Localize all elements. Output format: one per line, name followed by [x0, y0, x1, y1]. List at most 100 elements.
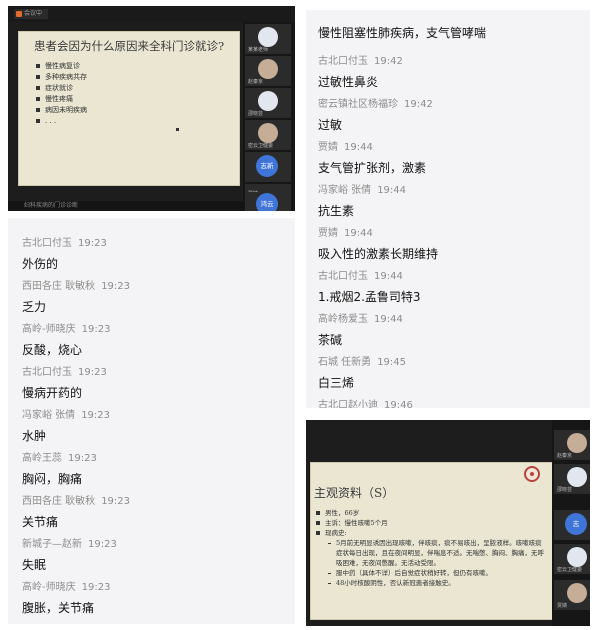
sender-name: 冯家峪 张倩 [318, 185, 372, 196]
chat-message: 贾婧 19:44 吸入性的激素长期维持 [318, 224, 438, 262]
chat-message: 密云镇社区杨福珍 19:42 过敏 [318, 95, 433, 133]
sender-name: 高岭王蕊 [22, 453, 62, 464]
message-time: 19:45 [377, 357, 407, 368]
chat-message: 冯家峪 张倩 19:44 抗生素 [318, 181, 406, 219]
chat-message: 高岭-师晓庆 19:23 腹胀，关节痛 [22, 578, 110, 616]
sender-name: 古北口赵小迪 [318, 400, 378, 408]
message-time: 19:42 [404, 99, 433, 110]
message-time: 19:42 [374, 56, 403, 67]
participant-tile[interactable]: 赵秦京 [554, 430, 590, 460]
message-text: 1.戒烟2.孟鲁司特3 [318, 290, 421, 304]
chat-message: 古北口赵小迪 19:46 [318, 396, 413, 408]
participant-name: 赵秦京 [248, 79, 264, 85]
chat-message: 西田各庄 耿敏秋 19:23 乏力 [22, 277, 130, 315]
participant-video [258, 27, 278, 47]
participant-tile[interactable]: 贾婧 [554, 580, 590, 610]
sender-name: 密云镇社区杨福珍 [318, 99, 398, 110]
chat-message: 慢性阻塞性肺疾病，支气管哮喘 [318, 24, 486, 41]
slide-bullet-list: 慢性病复诊 多种疾病共存 症状就诊 慢性疼痛 病因未明疾病 . . . [34, 61, 87, 127]
mouse-cursor [176, 128, 179, 131]
message-text: 乏力 [22, 300, 47, 314]
hospital-seal-icon [524, 466, 540, 482]
message-time: 19:44 [374, 271, 403, 282]
message-time: 19:23 [101, 281, 131, 292]
sender-name: 西田各庄 耿敏秋 [22, 281, 96, 292]
message-text: 过敏 [318, 118, 343, 132]
participant-sidebar: 某某老师 赵秦京 邵晓芸 密云卫健委 志新 贾婧 鸿云 [243, 22, 295, 211]
participant-tile[interactable]: 某某老师 [245, 24, 291, 54]
participant-tile[interactable]: 赵秦京 [245, 56, 291, 86]
screenshot-collage: 会议中 患者会因为什么原因来全科门诊就诊? 慢性病复诊 多种疾病共存 症状就诊 … [0, 0, 600, 630]
participant-tile[interactable]: 密云卫健委 [554, 544, 590, 574]
participant-video [567, 583, 587, 603]
participant-tile[interactable]: 密云卫健委 [245, 120, 291, 150]
message-text: 失眠 [22, 558, 47, 572]
slide-bullet: 慢性疼痛 [34, 94, 87, 105]
chat-message: 高岭-师晓庆 19:23 反酸，烧心 [22, 320, 110, 358]
chat-message: 高岭王蕊 19:23 胸闷，胸痛 [22, 449, 97, 487]
participant-tile[interactable]: 志 [554, 510, 590, 540]
message-text: 吸入性的激素长期维持 [318, 247, 439, 261]
sender-name: 贾婧 [318, 142, 338, 153]
participant-video [258, 123, 278, 143]
message-text: 关节痛 [22, 515, 59, 529]
chat-message: 贾婧 19:44 支气管扩张剂，激素 [318, 138, 426, 176]
slide-bullet: 多种疾病共存 [34, 72, 87, 83]
message-time: 19:23 [81, 324, 111, 335]
message-time: 19:23 [78, 238, 107, 249]
message-text: 抗生素 [318, 204, 355, 218]
message-text: 水肿 [22, 429, 47, 443]
sender-name: 高岭-师晓庆 [22, 582, 76, 593]
participant-video [567, 547, 587, 567]
chat-message: 新城子—赵新 19:23 失眠 [22, 535, 117, 573]
meeting-app-label[interactable]: 会议中 [14, 9, 48, 19]
participant-name: 密云卫健委 [557, 567, 583, 573]
message-time: 19:44 [377, 185, 407, 196]
chat-panel-right[interactable]: 慢性阻塞性肺疾病，支气管哮喘 古北口付玉 19:42 过敏性鼻炎 密云镇社区杨福珍 1… [306, 10, 590, 408]
sender-name: 古北口付玉 [318, 271, 368, 282]
participant-video [258, 91, 278, 111]
slide-sub-bullet: 5月前无明显诱因出现咳嗽，伴咳痰，痰不易咳出，呈脓液样。咳嗽咳痰症状每日出现，且… [314, 538, 544, 568]
participant-name: 邵晓芸 [557, 487, 573, 493]
sender-name: 新城子—赵新 [22, 539, 82, 550]
message-time: 19:23 [88, 539, 117, 550]
participant-name: 赵秦京 [557, 453, 573, 459]
meeting-topbar: 会议中 [8, 6, 295, 22]
chat-message: 西田各庄 耿敏秋 19:23 关节痛 [22, 492, 130, 530]
message-text: 慢性阻塞性肺疾病，支气管哮喘 [318, 26, 487, 40]
participant-name: 贾婧 [557, 603, 568, 609]
chat-panel-left[interactable]: 古北口付玉 19:23 外伤的 西田各庄 耿敏秋 19:23 乏力 高岭-师晓庆 19:2… [8, 218, 295, 624]
message-time: 19:23 [78, 367, 107, 378]
participant-tile[interactable]: 邵晓芸 [245, 88, 291, 118]
message-time: 19:23 [68, 453, 97, 464]
participant-tile[interactable]: 邵晓芸 [554, 464, 590, 494]
slide-bullet: . . . [34, 116, 87, 127]
slide-sub-bullet: 48小时核酸阴性，否认新冠患者接触史。 [314, 578, 544, 588]
message-text: 反酸，烧心 [22, 343, 83, 357]
slide-bullet: 病因未明疾病 [34, 105, 87, 116]
message-text: 支气管扩张剂，激素 [318, 161, 427, 175]
slide-bullet: 现病史: [314, 528, 544, 538]
chat-message: 古北口付玉 19:23 外伤的 [22, 234, 107, 272]
slide-bullet-list: 男性，66岁 主诉：慢性咳嗽5个月 现病史: 5月前无明显诱因出现咳嗽，伴咳痰，… [314, 508, 544, 588]
slide-title: 主观资料（S） [314, 486, 395, 500]
message-text: 腹胀，关节痛 [22, 601, 95, 615]
message-time: 19:46 [384, 400, 413, 408]
message-text: 胸闷，胸痛 [22, 472, 83, 486]
sender-name: 古北口付玉 [22, 238, 72, 249]
sender-name: 高岭杨爱玉 [318, 314, 368, 325]
participant-avatar: 志新 [256, 155, 278, 177]
message-time: 19:23 [81, 410, 111, 421]
chat-message: 古北口付玉 19:42 过敏性鼻炎 [318, 52, 403, 90]
participant-tile[interactable]: 志新 [245, 152, 291, 182]
participant-tile[interactable]: 鸿云 [245, 192, 291, 211]
participant-name: 邵晓芸 [248, 111, 264, 117]
participant-video [258, 59, 278, 79]
chat-message: 高岭杨爱玉 19:44 茶碱 [318, 310, 403, 348]
sender-name: 石城 任新勇 [318, 357, 372, 368]
message-text: 茶碱 [318, 333, 343, 347]
meeting-window-top-left: 会议中 患者会因为什么原因来全科门诊就诊? 慢性病复诊 多种疾病共存 症状就诊 … [8, 6, 295, 211]
message-time: 19:44 [374, 314, 403, 325]
slide-sub-bullet: 服中药（具体不详）后自觉症状稍好转，但仍有咳嗽。 [314, 568, 544, 578]
message-text: 过敏性鼻炎 [318, 75, 379, 89]
